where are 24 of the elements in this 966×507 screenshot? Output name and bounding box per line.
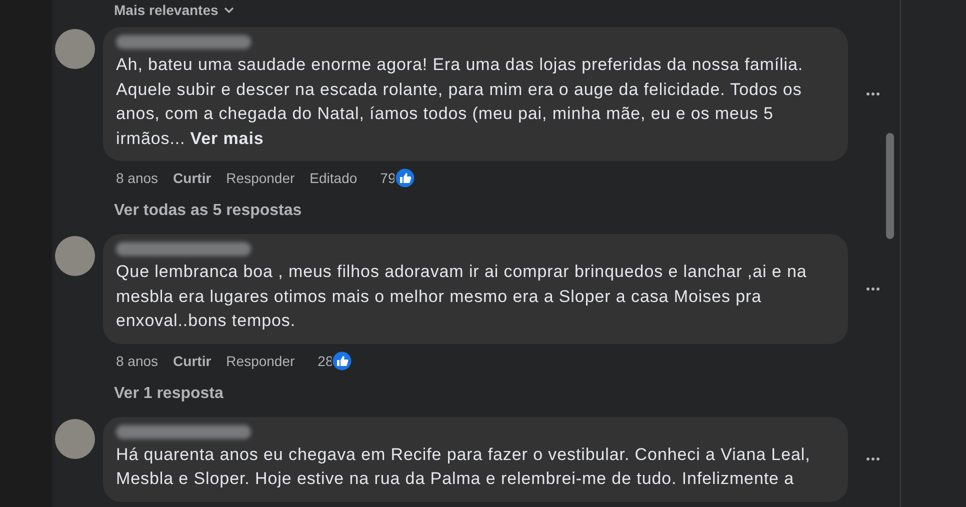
- avatar[interactable]: [55, 29, 95, 69]
- like-link[interactable]: Curtir: [173, 352, 212, 368]
- comment-text: Há quarenta anos eu chegava em Recife para fazer o vestibular. Conheci a Viana Leal, Mesbla e Sloper. Hoje estive na rua da Palma e relembrei-me de tudo. Infelizmente a: [116, 444, 812, 490]
- thumbs-up-icon: [394, 167, 416, 189]
- edited-label: Editado: [310, 170, 358, 186]
- avatar[interactable]: [55, 236, 95, 276]
- reply-link[interactable]: Responder: [226, 352, 295, 368]
- view-replies-link[interactable]: Ver todas as 5 respostas: [103, 190, 900, 234]
- avatar[interactable]: [55, 418, 95, 458]
- comment-time[interactable]: 8 anos: [116, 352, 158, 368]
- like-link[interactable]: Curtir: [173, 170, 212, 186]
- view-replies-link[interactable]: Ver 1 resposta: [103, 372, 900, 416]
- see-more-link[interactable]: Ver mais: [190, 128, 264, 148]
- comment-text: Ah, bateu uma saudade enorme agora! Era uma das lojas preferidas da nossa família. Aquele subir e descer na escada rolante, para mim era o auge da felicidade. Todos os anos, com a chegada do Natal, íamos todos (meu pai, minha mãe, eu e os meus 5 irmãos... Ver mais: [116, 54, 804, 150]
- caret-icon: [224, 7, 234, 13]
- comment-time[interactable]: 8 anos: [116, 170, 158, 186]
- more-options-icon[interactable]: [866, 286, 880, 291]
- thumbs-up-icon: [331, 350, 354, 372]
- scrollbar-thumb[interactable]: [886, 133, 894, 239]
- more-options-icon[interactable]: [866, 92, 880, 96]
- comment-text: Que lembranca boa , meus filhos adoravam ir ai comprar brinquedos e lanchar ,ai e na mesbla era lugares otimos mais o melhor mesmo era a Sloper a casa Moises pra enxoval..bons tempos.: [116, 261, 808, 332]
- sort-dropdown[interactable]: Mais relevantes: [114, 2, 234, 18]
- more-options-icon[interactable]: [866, 457, 880, 461]
- reply-link[interactable]: Responder: [226, 170, 295, 186]
